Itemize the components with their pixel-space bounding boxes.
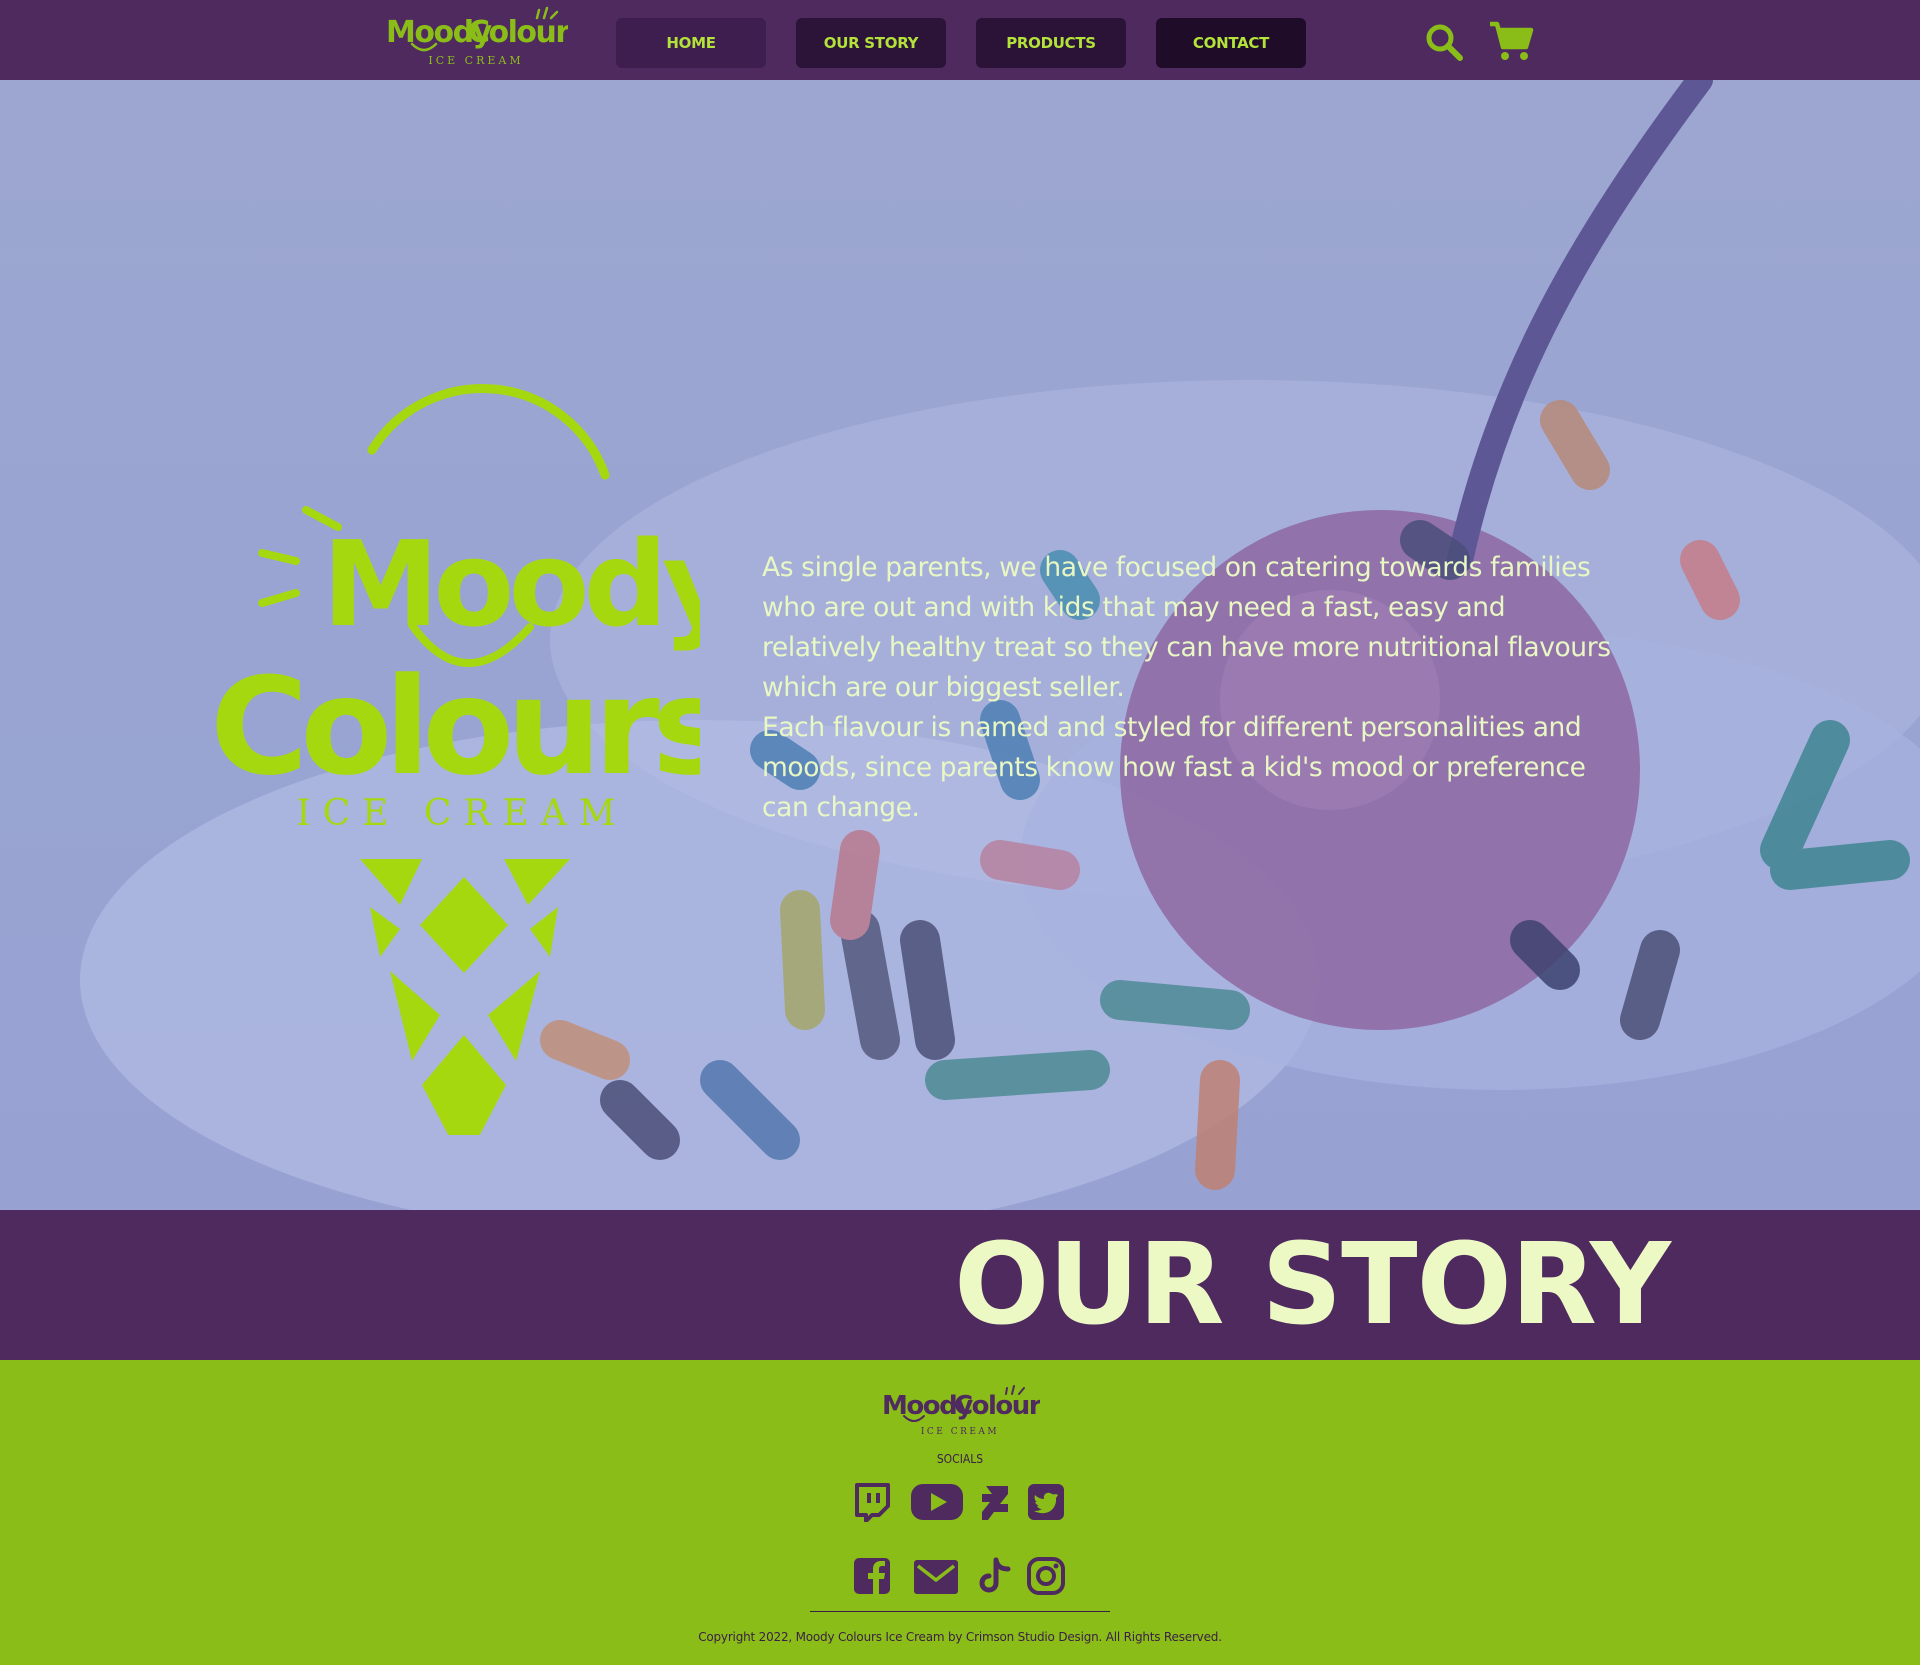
footer-logo[interactable]: Moody Colours ICE CREAM <box>880 1382 1040 1438</box>
mail-icon[interactable] <box>912 1556 960 1596</box>
site-footer: Moody Colours ICE CREAM SOCIALS Copyrigh <box>0 1360 1920 1665</box>
nav-our-story-label: OUR STORY <box>823 34 919 52</box>
search-icon[interactable] <box>1424 22 1464 62</box>
copyright-text: Copyright 2022, Moody Colours Ice Cream … <box>698 1630 1222 1644</box>
nav-contact-label: CONTACT <box>1192 34 1270 52</box>
youtube-icon[interactable] <box>910 1480 964 1524</box>
footer-logo-word-2: Colours <box>954 1391 1040 1421</box>
story-banner: OUR STORY <box>0 1210 1920 1360</box>
deviantart-icon[interactable] <box>978 1482 1012 1522</box>
header-logo-tagline: ICE CREAM <box>428 54 523 67</box>
story-title: OUR STORY <box>954 1220 1671 1350</box>
site-header: Moody Colours ICE CREAM HOME OUR STORY P… <box>0 0 1920 80</box>
header-logo-word-2: Colours <box>468 15 568 50</box>
facebook-icon[interactable] <box>852 1556 892 1596</box>
header-logo[interactable]: Moody Colours ICE CREAM <box>384 4 568 70</box>
twitter-icon[interactable] <box>1026 1482 1066 1522</box>
hero-paragraph-2: Each flavour is named and styled for dif… <box>762 712 1586 823</box>
socials-label: SOCIALS <box>936 1452 984 1466</box>
hero-brand-logo: Moody Colours ICE CREAM <box>210 383 700 1135</box>
tiktok-icon[interactable] <box>978 1556 1012 1596</box>
hero-story-text: As single parents, we have focused on ca… <box>762 548 1622 828</box>
nav-our-story[interactable]: OUR STORY <box>796 18 946 68</box>
hero-logo-tagline: ICE CREAM <box>296 793 627 834</box>
instagram-icon[interactable] <box>1026 1556 1066 1596</box>
nav-products[interactable]: PRODUCTS <box>976 18 1126 68</box>
footer-divider <box>810 1611 1110 1612</box>
twitch-icon[interactable] <box>852 1482 892 1522</box>
nav-home-label: HOME <box>666 34 716 52</box>
hero-paragraph-1: As single parents, we have focused on ca… <box>762 552 1611 703</box>
hero-section: Moody Colours ICE CREAM As single parent… <box>0 80 1920 1210</box>
nav-home[interactable]: HOME <box>616 18 766 68</box>
hero-logo-word-1: Moody <box>322 515 700 653</box>
nav-products-label: PRODUCTS <box>1006 34 1096 52</box>
cart-icon[interactable] <box>1488 20 1534 62</box>
footer-logo-tagline: ICE CREAM <box>921 1427 999 1437</box>
hero-logo-word-2: Colours <box>210 649 700 805</box>
nav-contact[interactable]: CONTACT <box>1156 18 1306 68</box>
